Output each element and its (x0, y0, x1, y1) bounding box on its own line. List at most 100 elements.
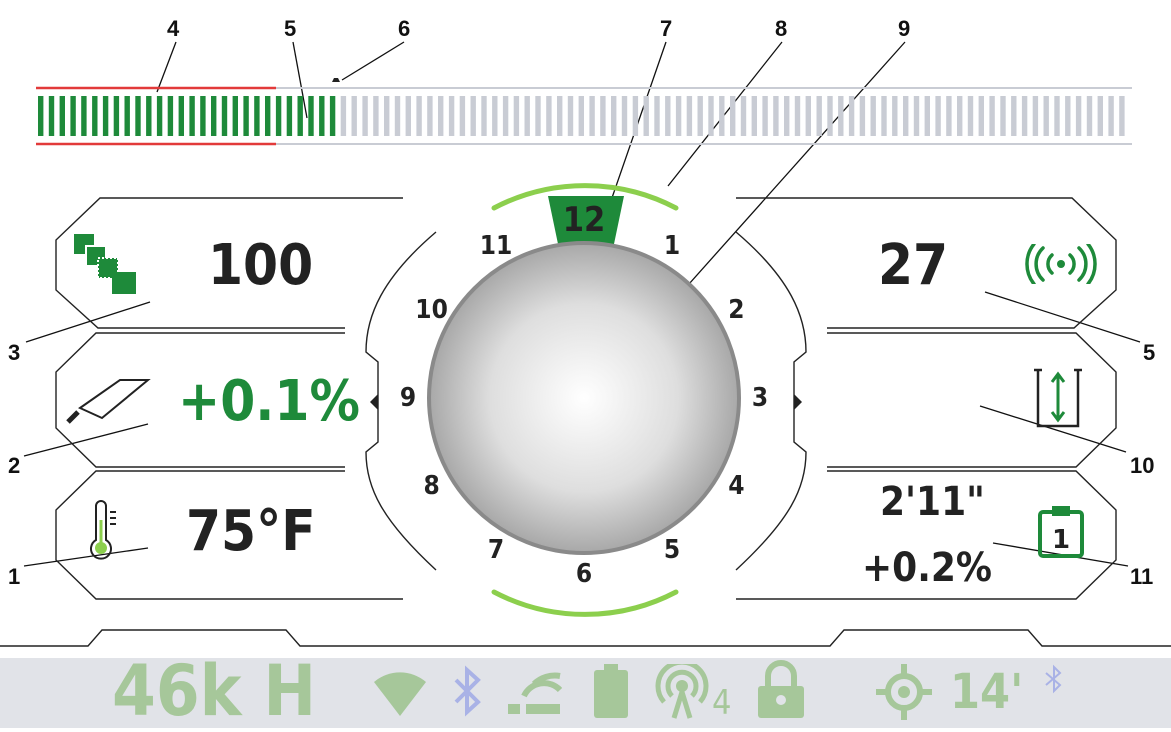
target-icon (876, 664, 932, 720)
signal-segment (243, 96, 249, 136)
signal-segment (394, 96, 401, 136)
signal-segment (1032, 96, 1039, 136)
signal-segment (146, 96, 152, 136)
signal-segment (135, 96, 141, 136)
signal-segment (870, 96, 876, 136)
signal-segment (957, 96, 963, 136)
clock-number-6: 6 (575, 559, 593, 589)
signal-segment (265, 96, 271, 136)
signal-segment (740, 96, 747, 136)
signal-segment (1065, 96, 1071, 136)
signal-segment (848, 96, 855, 136)
clock-number-10: 10 (415, 295, 448, 325)
stored-depth-value: 2'11" (880, 479, 985, 525)
stored-pitch-value: +0.2% (862, 545, 992, 591)
signal-segment (611, 96, 617, 136)
clock-number-7: 7 (487, 535, 505, 566)
peak-marker-top (332, 74, 340, 82)
signal-segment (200, 96, 206, 136)
signal-segment (784, 96, 790, 136)
clock-number-12: 12 (562, 200, 606, 240)
signal-segment (567, 96, 574, 136)
signal-segment (373, 96, 379, 136)
small-bluetooth-icon (1045, 664, 1062, 694)
signal-segment (621, 96, 628, 136)
signal-segment (308, 96, 314, 136)
signal-strength-bar (36, 74, 1132, 156)
signal-segment (1097, 96, 1103, 136)
clipboard-memory-icon: 1 (1036, 504, 1086, 560)
signal-segment (632, 96, 639, 136)
signal-segment (859, 96, 866, 136)
signal-segment (1119, 96, 1125, 136)
signal-segment (978, 96, 984, 136)
signal-segment (448, 96, 455, 136)
signal-segment (762, 96, 768, 136)
clock-number-3: 3 (751, 383, 769, 413)
signal-segment (589, 96, 595, 136)
signal-segment (38, 96, 44, 136)
signal-segment (470, 96, 476, 136)
beacon-icon (655, 664, 709, 719)
signal-segment (438, 96, 444, 136)
signal-segment (275, 96, 282, 136)
wifi-icon (374, 672, 426, 716)
signal-segment (254, 96, 260, 136)
clock-number-2: 2 (728, 295, 745, 325)
signal-segment (773, 96, 779, 136)
signal-segment (892, 96, 898, 136)
signal-segment (427, 96, 433, 136)
signal-segment (167, 96, 174, 136)
signal-segment (502, 96, 509, 136)
signal-segment (1043, 96, 1049, 136)
signal-segment (535, 96, 541, 136)
signal-segment (102, 96, 109, 136)
battery-icon (594, 664, 628, 718)
signal-segment (719, 96, 725, 136)
stack-icon (74, 234, 138, 296)
signal-segment (340, 96, 347, 136)
clock-number-5: 5 (663, 535, 681, 566)
signal-segment (675, 96, 682, 136)
thermometer-icon (86, 500, 120, 562)
signal-segment (416, 96, 422, 136)
signal-segment (1075, 96, 1082, 136)
signal-segment (557, 96, 563, 136)
signal-segment (405, 96, 411, 136)
signal-segment (665, 96, 671, 136)
signal-segment (211, 96, 217, 136)
signal-segment (1021, 96, 1028, 136)
bluetooth-icon (454, 665, 481, 717)
signal-segment (459, 96, 466, 136)
count-value: 100 (208, 233, 314, 298)
signal-segment (48, 96, 55, 136)
signal-segment (600, 96, 606, 136)
lock-icon (758, 660, 804, 718)
signal-segment (1000, 96, 1006, 136)
signal-segment (967, 96, 974, 136)
signal-segment (924, 96, 930, 136)
signal-segment (70, 96, 76, 136)
signal-segment (794, 96, 801, 136)
signal-segment (329, 96, 336, 136)
signal-value: 27 (878, 233, 949, 298)
signal-segment (481, 96, 487, 136)
signal-segment (708, 96, 714, 136)
status-bar: 46k H 4 14' (0, 656, 1171, 728)
signal-segment (492, 96, 498, 136)
signal-segment (124, 96, 130, 136)
signal-segment (1054, 96, 1060, 136)
signal-segment (384, 96, 390, 136)
signal-segment (524, 96, 530, 136)
signal-segment (805, 96, 811, 136)
pipe-slope-icon (62, 374, 152, 430)
range-value: 14' (950, 664, 1024, 720)
signal-segment (221, 96, 228, 136)
signal-segment (935, 96, 941, 136)
signal-segment (730, 96, 736, 136)
clock-number-1: 1 (663, 230, 681, 261)
signal-segment (189, 96, 195, 136)
signal-segment (697, 96, 703, 136)
slope-value: +0.1% (178, 369, 360, 434)
signal-segment (751, 96, 757, 136)
